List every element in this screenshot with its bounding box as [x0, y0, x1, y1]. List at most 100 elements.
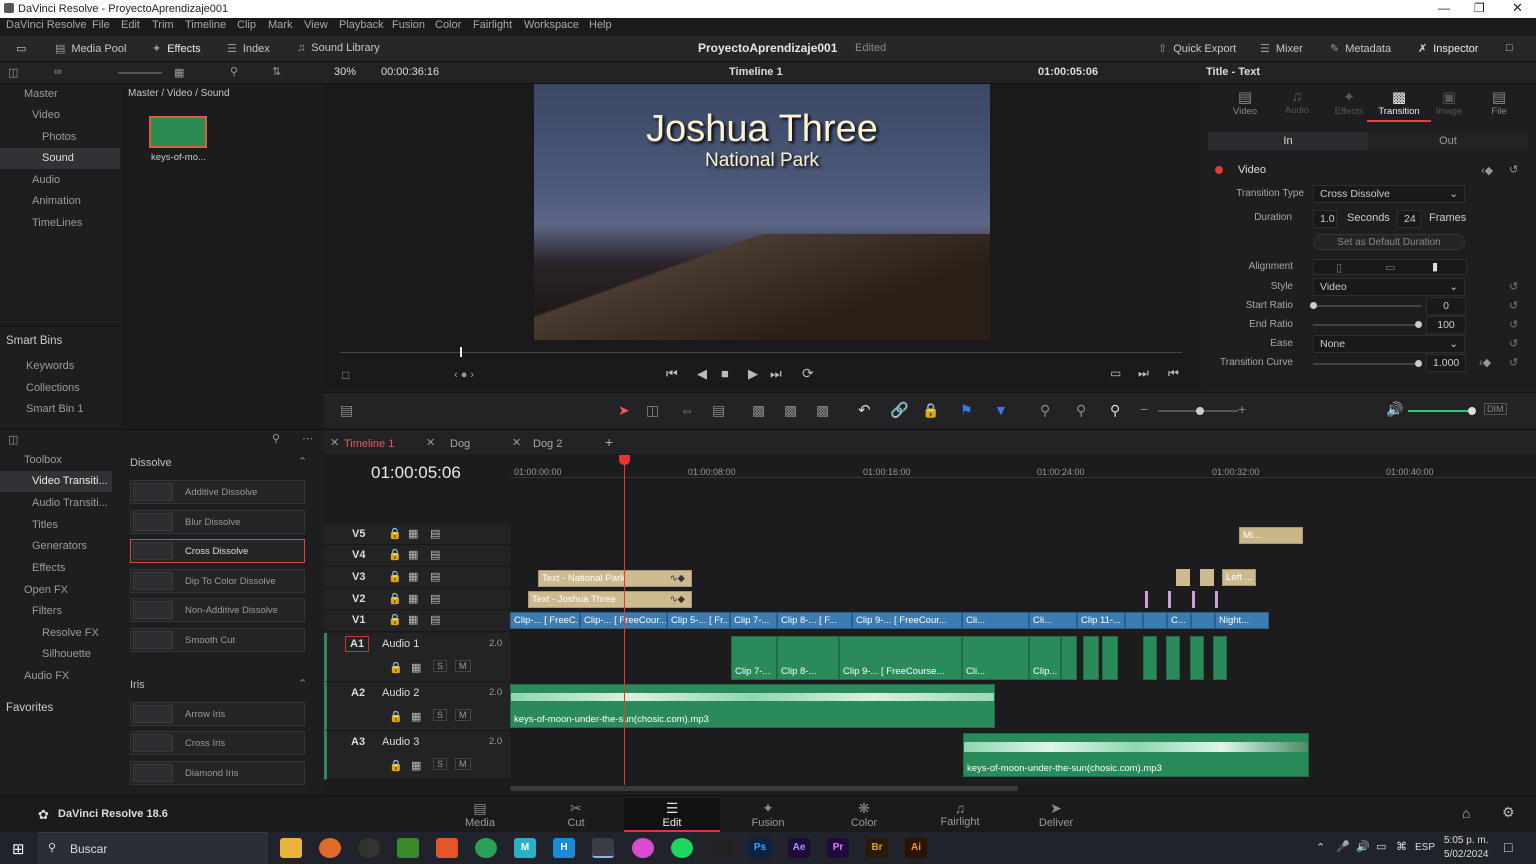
effects-item[interactable]: Effects	[32, 562, 65, 574]
a1-clip[interactable]	[1213, 636, 1227, 680]
lock-icon[interactable]: 🔒	[389, 759, 403, 772]
expand-icon[interactable]: □	[1506, 42, 1513, 54]
smart-bin-1[interactable]: Smart Bin 1	[26, 403, 83, 415]
v2-marker-clip[interactable]	[1215, 591, 1218, 608]
grid-view-icon[interactable]: ▦	[174, 66, 184, 79]
menu-color[interactable]: Color	[435, 19, 461, 31]
volume-tray-icon[interactable]: 🔊	[1356, 840, 1370, 853]
reset-icon[interactable]: ↺	[1509, 356, 1518, 369]
close-icon[interactable]: ✕	[426, 436, 435, 449]
a1-clip[interactable]	[1083, 636, 1099, 680]
lock-icon[interactable]: 🔒	[388, 548, 402, 561]
bin-video[interactable]: Video	[32, 109, 60, 121]
v3-small-clip[interactable]	[1200, 569, 1214, 586]
fx-smooth-cut[interactable]: Smooth Cut	[130, 628, 305, 652]
skip-start-icon[interactable]: ⏮	[666, 366, 678, 382]
clock-time[interactable]: 5:05 p. m.	[1444, 835, 1488, 846]
viewer-mode-icon[interactable]: □	[342, 368, 349, 382]
replace-clip-icon[interactable]: ▩	[816, 402, 829, 419]
fx-additive-dissolve[interactable]: Additive Dissolve	[130, 480, 305, 504]
fx-dip-to-color-dissolve[interactable]: Dip To Color Dissolve	[130, 569, 305, 593]
lock-icon[interactable]: 🔒	[389, 710, 403, 723]
transition-curve-handle[interactable]	[1415, 360, 1422, 367]
a1-clip[interactable]	[1166, 636, 1180, 680]
solo-button[interactable]: S	[433, 660, 448, 672]
effects-button[interactable]: ✦ Effects	[152, 42, 201, 56]
collapse-icon[interactable]: ⌃	[298, 455, 307, 468]
bin-sound-row[interactable]: Sound	[0, 148, 120, 169]
loop-icon[interactable]: ⟳	[802, 365, 814, 382]
menu-fusion[interactable]: Fusion	[392, 19, 425, 31]
play-icon[interactable]: ▶	[748, 366, 758, 382]
insert-clip-icon[interactable]: ▩	[752, 402, 765, 419]
menu-file[interactable]: File	[92, 19, 110, 31]
fx-arrow-iris[interactable]: Arrow Iris	[130, 702, 305, 726]
mute-button[interactable]: M	[455, 758, 471, 770]
next-edit-icon[interactable]: ⏭	[1138, 366, 1149, 381]
a1-clip[interactable]: Clip 9-... [ FreeCourse...	[839, 636, 962, 680]
v1-clip[interactable]: Clip 9-... [ FreeCour...	[852, 612, 962, 629]
a1-clip[interactable]: Clip 7-...	[731, 636, 777, 680]
maximize-icon[interactable]: ❐	[1474, 1, 1485, 15]
zoom-slider-handle[interactable]	[1196, 407, 1204, 415]
duration-seconds-input[interactable]: 1.0	[1313, 210, 1337, 228]
search-icon[interactable]: ⚲	[230, 65, 238, 78]
dynamic-trim-icon[interactable]: ⇔	[680, 402, 694, 418]
snapping-icon[interactable]: ↶	[858, 401, 871, 419]
menu-trim[interactable]: Trim	[152, 19, 174, 31]
brave-icon[interactable]	[436, 838, 458, 858]
menu-fairlight[interactable]: Fairlight	[473, 19, 512, 31]
a1-clip[interactable]: Clip...	[1029, 636, 1061, 680]
time-ruler[interactable]: 01:00:00:00 01:00:08:00 01:00:16:00 01:0…	[510, 456, 1536, 478]
zoom-in-icon[interactable]: +	[1238, 401, 1246, 417]
inspector-tab-image[interactable]: ▣ Image	[1423, 88, 1475, 117]
v2-marker-clip[interactable]	[1168, 591, 1171, 608]
v1-clip[interactable]: C...	[1167, 612, 1191, 629]
timeline-scrollbar[interactable]	[510, 786, 1018, 791]
mic-icon[interactable]: 🎤	[1336, 840, 1350, 853]
align-start-icon[interactable]: ▯	[1336, 261, 1342, 274]
generators-item[interactable]: Generators	[32, 540, 87, 552]
audio-transitions-item[interactable]: Audio Transiti...	[32, 497, 108, 509]
volume-handle[interactable]	[1468, 407, 1476, 415]
title-clip-joshua-three[interactable]: Text - Joshua Three ∿◆	[528, 591, 692, 608]
set-default-duration-button[interactable]: Set as Default Duration	[1313, 234, 1465, 250]
sound-library-button[interactable]: ♫ Sound Library	[297, 42, 380, 54]
page-tab-media[interactable]: ▤ Media	[432, 798, 528, 832]
stop-icon[interactable]: ■	[721, 366, 729, 381]
flag-icon[interactable]: ⚑	[960, 402, 973, 419]
track-disable-icon[interactable]: ▤	[430, 548, 440, 561]
dots-app-icon[interactable]	[710, 838, 732, 858]
a2-audio-clip[interactable]: keys-of-moon-under-the-sun(chosic.com).m…	[510, 684, 995, 728]
v2-marker-clip[interactable]	[1192, 591, 1195, 608]
media-pool-button[interactable]: ▤ Media Pool	[55, 42, 126, 56]
align-center-icon[interactable]: ▭	[1385, 261, 1395, 274]
lock-icon[interactable]: 🔒	[389, 661, 403, 674]
selection-tool-icon[interactable]: ➤	[618, 402, 630, 419]
fx-cross-iris[interactable]: Cross Iris	[130, 731, 305, 755]
v3-small-clip[interactable]	[1176, 569, 1190, 586]
auto-select-icon[interactable]: ▦	[408, 613, 418, 626]
collapse-icon[interactable]: ⌃	[298, 677, 307, 690]
fx-blur-dissolve[interactable]: Blur Dissolve	[130, 510, 305, 534]
menu-edit[interactable]: Edit	[121, 19, 140, 31]
settings-icon[interactable]: ⚙	[1502, 804, 1515, 821]
v3-left-clip[interactable]: Left ...	[1222, 569, 1256, 586]
fx-cross-dissolve[interactable]: Cross Dissolve	[130, 539, 305, 563]
page-tab-fairlight[interactable]: ♫ Fairlight	[912, 798, 1008, 832]
blade-tool-icon[interactable]: ▤	[712, 402, 725, 419]
smart-bin-collections[interactable]: Collections	[26, 382, 80, 394]
transition-curve-input[interactable]: 1.000	[1426, 354, 1466, 372]
v1-clip[interactable]: Cli...	[962, 612, 1029, 629]
filters-item[interactable]: Filters	[32, 605, 62, 617]
a1-clip[interactable]	[1190, 636, 1204, 680]
menu-clip[interactable]: Clip	[237, 19, 256, 31]
bridge-icon[interactable]: Br	[866, 838, 888, 858]
jog-control[interactable]: ‹ ● ›	[454, 369, 474, 381]
inspector-tab-audio[interactable]: ♫ Audio	[1271, 88, 1323, 116]
add-tab-icon[interactable]: +	[605, 434, 613, 450]
start-ratio-handle[interactable]	[1310, 302, 1317, 309]
davinci-taskbar-icon[interactable]	[592, 838, 614, 858]
menu-workspace[interactable]: Workspace	[524, 19, 579, 31]
auto-select-icon[interactable]: ▦	[411, 661, 421, 674]
